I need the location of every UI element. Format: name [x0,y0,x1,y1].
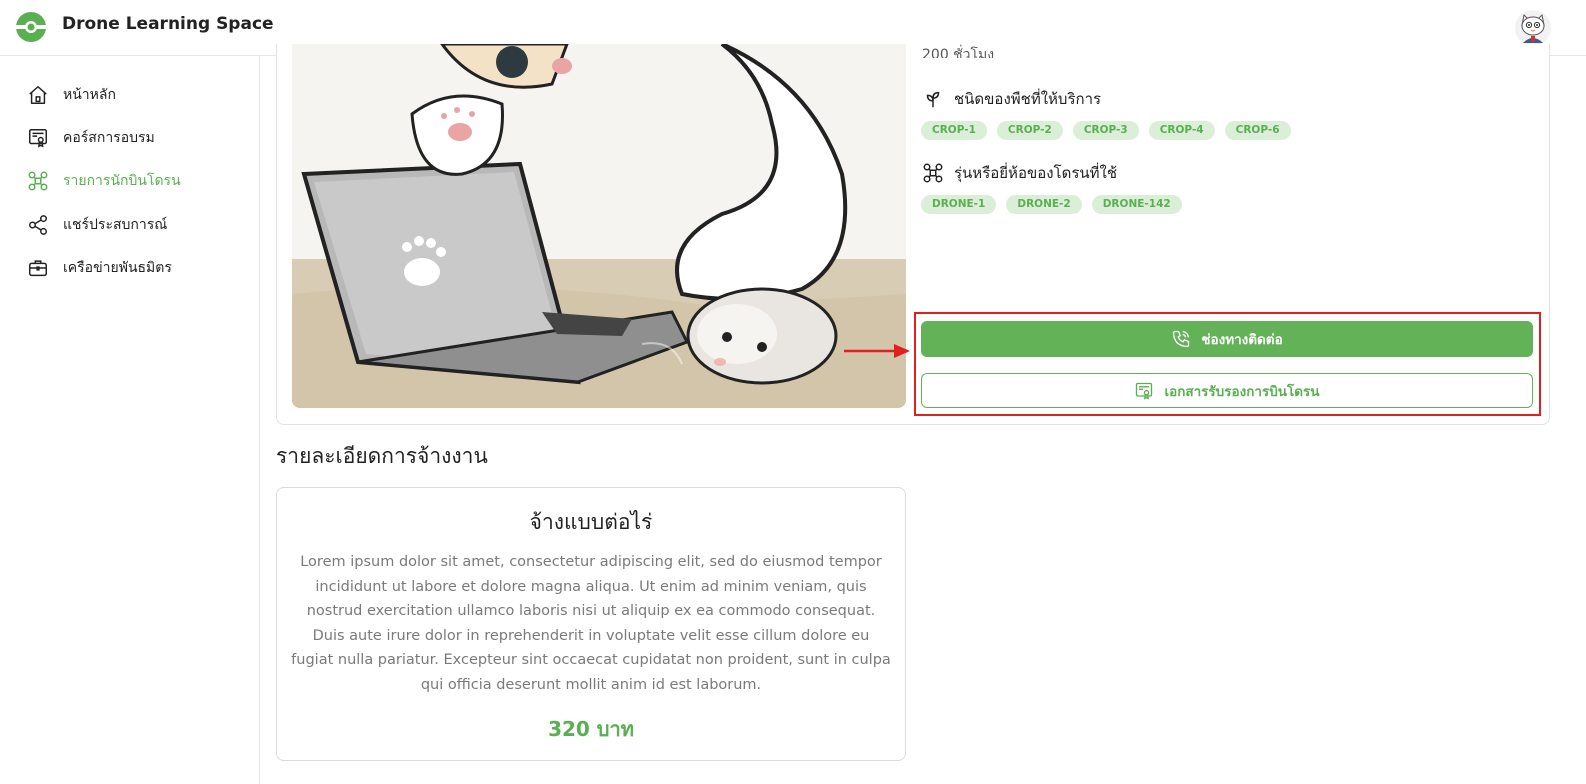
crops-chip-list: CROP-1 CROP-2 CROP-3 CROP-4 CROP-6 [921,121,1291,140]
share-icon [29,215,47,235]
home-icon [29,86,47,104]
drones-chip-list: DRONE-1 DRONE-2 DRONE-142 [921,195,1182,214]
user-avatar[interactable] [1514,9,1552,47]
drones-title-label: รุ่นหรือยี่ห้อของโดรนที่ใช้ [954,164,1118,182]
job-title: จ้างแบบต่อไร่ [529,510,653,534]
crop-chip: CROP-1 [921,121,987,140]
arrow-right-icon [844,344,910,358]
crops-title-label: ชนิดของพืชที่ให้บริการ [954,90,1102,108]
drone-chip: DRONE-2 [1006,195,1082,214]
crops-title: ชนิดของพืชที่ให้บริการ [922,87,1101,111]
certificate-button-label: เอกสารรับรองการบินโดรน [1164,383,1320,400]
sidebar-item-courses[interactable]: คอร์สการอบรม [27,125,155,151]
sidebar-item-label: เครือข่ายพันธมิตร [63,260,172,276]
logo-icon[interactable] [15,11,47,43]
crop-chip: CROP-4 [1148,121,1215,140]
phone-icon [1173,330,1190,348]
drone-icon [923,163,943,183]
job-section-title: รายละเอียดการจ้างงาน [276,444,488,468]
certificate-icon [1136,382,1153,400]
job-card: จ้างแบบต่อไร่ Lorem ipsum dolor sit amet… [276,487,906,761]
sidebar-item-home[interactable]: หน้าหลัก [27,82,116,108]
flight-hours-text: 200 ชั่วโมง [922,47,995,58]
drones-title: รุ่นหรือยี่ห้อของโดรนที่ใช้ [922,161,1117,185]
drone-icon [28,171,48,191]
profile-image [292,44,906,408]
sidebar-item-partners[interactable]: เครือข่ายพันธมิตร [27,255,172,281]
sidebar-item-label: แชร์ประสบการณ์ [63,217,168,233]
briefcase-icon [29,260,47,277]
crop-chip: CROP-2 [996,121,1063,140]
certificate-icon [29,129,47,148]
drone-chip: DRONE-142 [1091,195,1182,214]
sidebar-item-label: คอร์สการอบรม [63,130,155,146]
app-title: Drone Learning Space [62,14,274,34]
certificate-button[interactable]: เอกสารรับรองการบินโดรน [921,373,1533,408]
sidebar-item-share[interactable]: แชร์ประสบการณ์ [27,212,167,238]
plant-icon [926,91,940,108]
crop-chip: CROP-6 [1224,121,1291,140]
sidebar-item-label: หน้าหลัก [63,87,116,103]
job-description: Lorem ipsum dolor sit amet, consectetur … [291,554,891,693]
contact-button-label: ช่องทางติดต่อ [1201,332,1283,348]
sidebar: หน้าหลัก คอร์สการอบรม รายการนักบินโดรน แ… [0,56,260,784]
drone-chip: DRONE-1 [921,195,997,214]
crop-chip: CROP-3 [1072,121,1139,140]
job-price: 320 บาท [548,717,634,741]
sidebar-item-label: รายการนักบินโดรน [63,173,181,189]
sidebar-item-pilots[interactable]: รายการนักบินโดรน [27,168,181,194]
contact-button[interactable]: ช่องทางติดต่อ [921,321,1533,357]
